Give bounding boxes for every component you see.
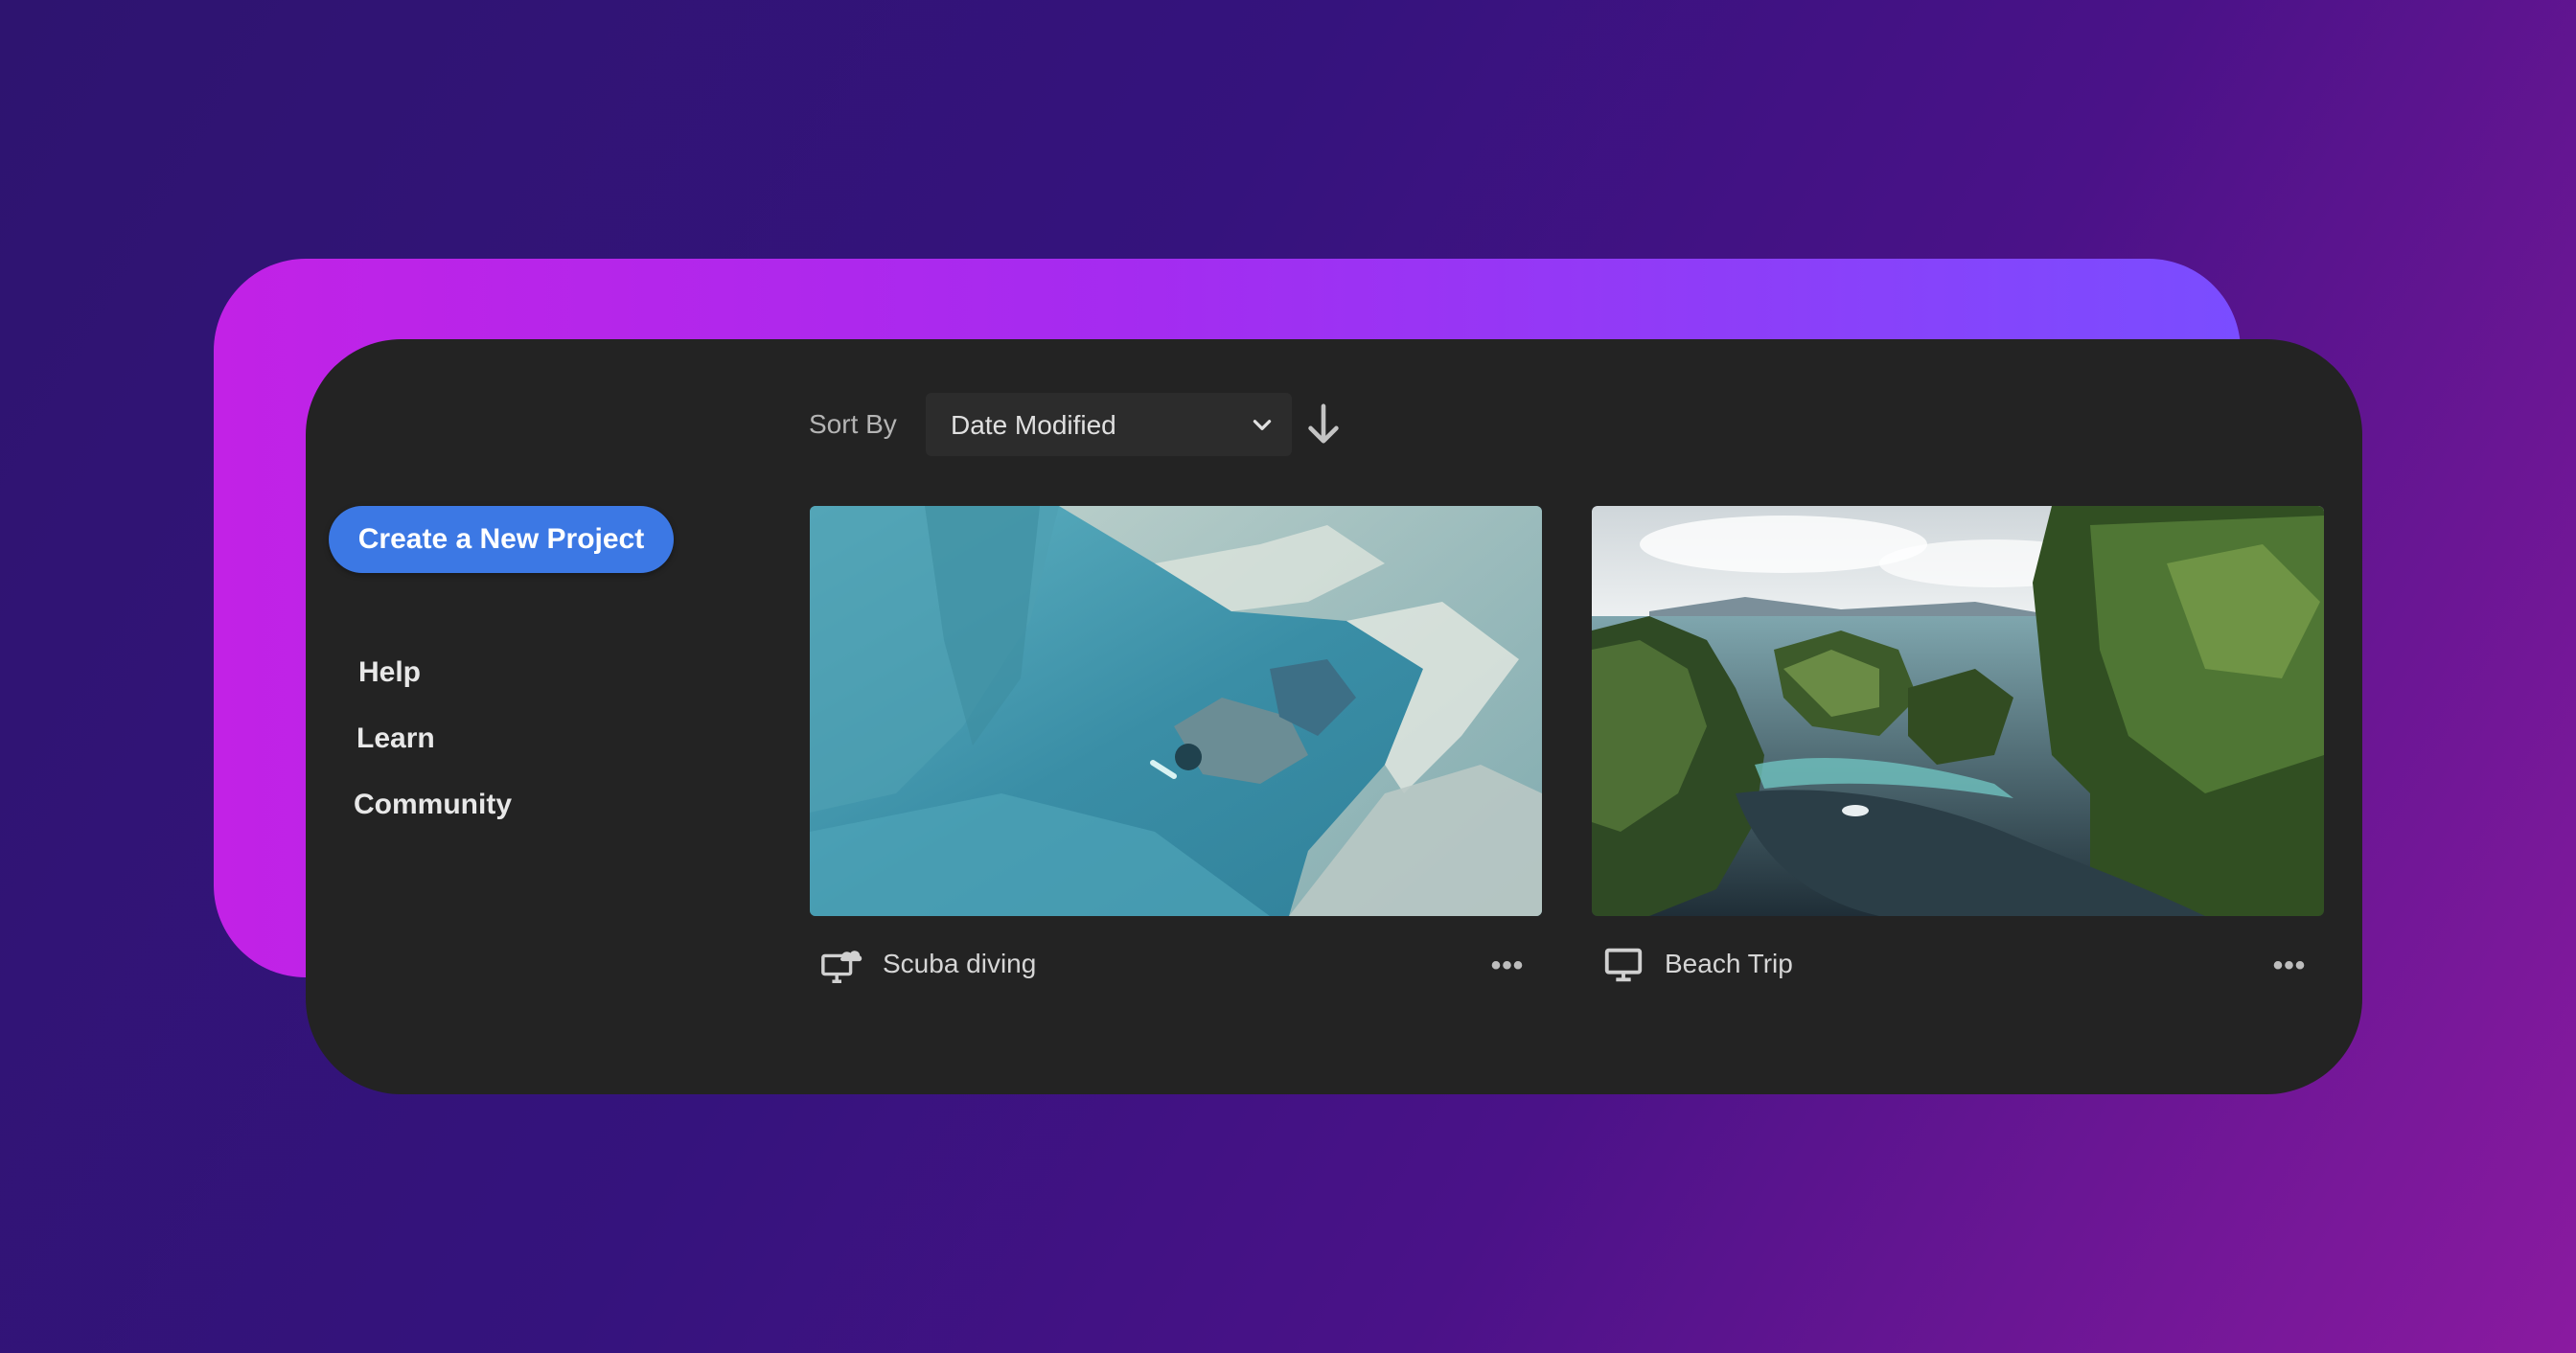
chevron-down-icon: [1253, 420, 1272, 430]
project-thumbnail[interactable]: [1592, 506, 2324, 916]
nav-item-learn[interactable]: Learn: [356, 722, 435, 755]
home-panel: Create a New Project Help Learn Communit…: [306, 339, 2362, 1094]
nav-item-community[interactable]: Community: [354, 789, 512, 821]
computer-monitor-icon: [1604, 948, 1643, 982]
project-title[interactable]: Beach Trip: [1665, 949, 1793, 979]
create-new-project-button[interactable]: Create a New Project: [329, 506, 674, 573]
project-title[interactable]: Scuba diving: [883, 949, 1036, 979]
underwater-cave-image: [810, 506, 1542, 916]
nav-item-help[interactable]: Help: [358, 656, 421, 689]
more-options-button[interactable]: •••: [1486, 947, 1529, 985]
project-thumbnail[interactable]: [810, 506, 1542, 916]
cloud-sync-computer-icon: [821, 951, 862, 983]
sort-by-value: Date Modified: [951, 410, 1116, 440]
sort-direction-arrow-icon[interactable]: [1304, 402, 1343, 447]
tropical-lagoon-image: [1592, 506, 2324, 916]
sort-by-label: Sort By: [809, 409, 897, 439]
more-options-button[interactable]: •••: [2268, 947, 2311, 985]
sort-by-dropdown[interactable]: Date Modified: [926, 393, 1292, 456]
